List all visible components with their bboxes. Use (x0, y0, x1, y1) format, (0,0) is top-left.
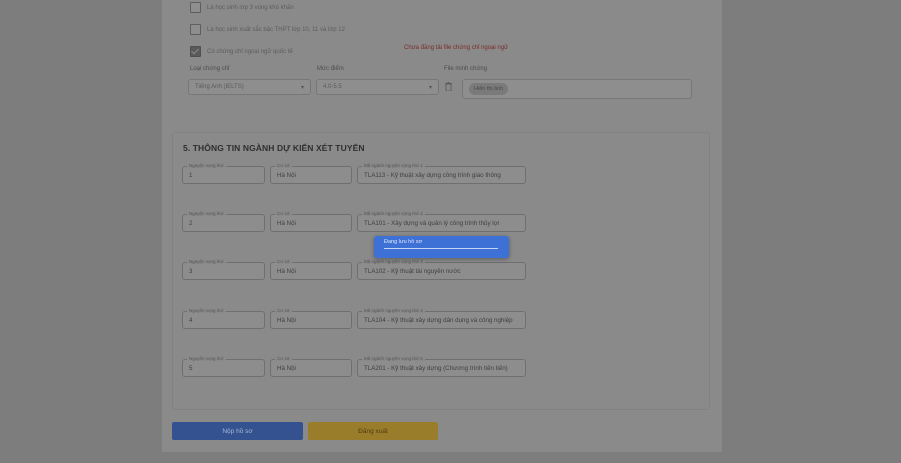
certificate-type-select[interactable]: Tiếng Anh (IELTS) ▾ (188, 79, 311, 95)
score-label: Mức điểm (317, 66, 344, 72)
certificate-type-value: Tiếng Anh (IELTS) (195, 84, 244, 90)
checkbox-label: Là học sinh lớp 3 vùng khó khăn (207, 4, 294, 11)
logout-button[interactable]: Đăng xuất (308, 422, 438, 440)
wish-location-field[interactable]: Cơ sở Hà Nội (270, 163, 352, 184)
proof-file-label: File minh chứng (444, 66, 488, 72)
checkbox-row-excellent-student[interactable]: Là học sinh xuất sắc bậc THPT lớp 10, 11… (190, 24, 345, 35)
wish-major-field[interactable]: Mã ngành nguyện vọng thứ 3 TLA102 - Kỹ t… (357, 259, 526, 280)
field-value: Hà Nội (277, 172, 296, 179)
section-title: 5. THÔNG TIN NGÀNH DỰ KIẾN XÉT TUYỂN (183, 143, 365, 153)
checkbox-checked[interactable] (190, 46, 201, 57)
checkbox-row-difficult-area[interactable]: Là học sinh lớp 3 vùng khó khăn (190, 2, 294, 13)
wish-order-field[interactable]: Nguyện vọng thứ 5 (182, 356, 265, 377)
wish-order-field[interactable]: Nguyện vọng thứ 1 (182, 163, 265, 184)
saving-toast: Đang lưu hồ sơ (374, 236, 509, 258)
checkbox-label: Là học sinh xuất sắc bậc THPT lớp 10, 11… (207, 26, 345, 33)
field-value: 3 (189, 268, 193, 275)
field-label: Cơ sở (275, 356, 292, 361)
field-label: Nguyện vọng thứ (187, 163, 226, 168)
toast-progress-bar (384, 248, 498, 249)
score-value: 4.0-5.5 (323, 84, 342, 90)
wish-location-field[interactable]: Cơ sở Hà Nội (270, 259, 352, 280)
field-value: TLA201 - Kỹ thuật xây dựng (Chương trình… (364, 365, 508, 372)
field-label: Cơ sở (275, 308, 292, 313)
certificate-type-label: Loại chứng chỉ (190, 66, 230, 72)
submit-button[interactable]: Nộp hồ sơ (172, 422, 303, 440)
proof-file-chip[interactable]: Hiển thị ảnh (469, 83, 509, 95)
wish-location-field[interactable]: Cơ sở Hà Nội (270, 211, 352, 232)
field-value: Hà Nội (277, 365, 296, 372)
field-label: Nguyện vọng thứ (187, 211, 226, 216)
field-label: Mã ngành nguyện vọng thứ 3 (362, 259, 425, 264)
checkbox[interactable] (190, 2, 201, 13)
toast-text: Đang lưu hồ sơ (384, 239, 423, 245)
wish-major-field[interactable]: Mã ngành nguyện vọng thứ 5 TLA201 - Kỹ t… (357, 356, 526, 377)
field-label: Nguyện vọng thứ (187, 308, 226, 313)
field-value: TLA101 - Xây dựng và quản lý công trình … (364, 220, 500, 227)
score-select[interactable]: 4.0-5.5 ▾ (316, 79, 439, 95)
checkbox[interactable] (190, 24, 201, 35)
trash-icon[interactable] (445, 82, 452, 91)
field-value: Hà Nội (277, 220, 296, 227)
field-value: 1 (189, 172, 193, 179)
proof-file-box[interactable]: Hiển thị ảnh (462, 79, 692, 99)
wish-location-field[interactable]: Cơ sở Hà Nội (270, 356, 352, 377)
field-label: Mã ngành nguyện vọng thứ 1 (362, 163, 425, 168)
field-label: Nguyện vọng thứ (187, 259, 226, 264)
field-label: Mã ngành nguyện vọng thứ 5 (362, 356, 425, 361)
field-value: Hà Nội (277, 317, 296, 324)
chevron-down-icon: ▾ (300, 84, 304, 91)
wish-order-field[interactable]: Nguyện vọng thứ 3 (182, 259, 265, 280)
wish-major-field[interactable]: Mã ngành nguyện vọng thứ 2 TLA101 - Xây … (357, 211, 526, 232)
missing-file-warning: Chưa đăng tải file chứng chỉ ngoại ngữ (404, 45, 509, 51)
field-value: TLA102 - Kỹ thuật tài nguyên nước (364, 268, 461, 275)
field-label: Nguyện vọng thứ (187, 356, 226, 361)
wish-order-field[interactable]: Nguyện vọng thứ 2 (182, 211, 265, 232)
wish-order-field[interactable]: Nguyện vọng thứ 4 (182, 308, 265, 329)
wish-major-field[interactable]: Mã ngành nguyện vọng thứ 4 TLA104 - Kỹ t… (357, 308, 526, 329)
field-value: TLA104 - Kỹ thuật xây dựng dân dụng và c… (364, 317, 513, 324)
field-value: 5 (189, 365, 193, 372)
field-label: Mã ngành nguyện vọng thứ 2 (362, 211, 425, 216)
field-value: 2 (189, 220, 193, 227)
checkbox-row-language-certificate[interactable]: Có chứng chỉ ngoại ngữ quốc tế (190, 46, 293, 57)
field-label: Cơ sở (275, 163, 292, 168)
chevron-down-icon: ▾ (428, 84, 432, 91)
field-value: Hà Nội (277, 268, 296, 275)
field-value: TLA113 - Kỹ thuật xây dựng công trình gi… (364, 172, 501, 179)
field-value: 4 (189, 317, 193, 324)
field-label: Cơ sở (275, 259, 292, 264)
checkbox-label: Có chứng chỉ ngoại ngữ quốc tế (207, 48, 293, 55)
wish-major-field[interactable]: Mã ngành nguyện vọng thứ 1 TLA113 - Kỹ t… (357, 163, 526, 184)
field-label: Cơ sở (275, 211, 292, 216)
wish-location-field[interactable]: Cơ sở Hà Nội (270, 308, 352, 329)
field-label: Mã ngành nguyện vọng thứ 4 (362, 308, 425, 313)
